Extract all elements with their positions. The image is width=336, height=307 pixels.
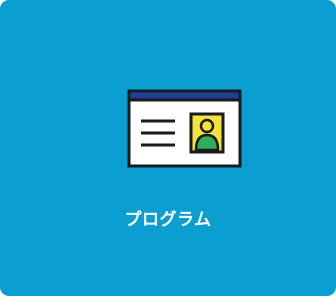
program-tile[interactable]: プログラム bbox=[0, 0, 336, 296]
program-window-profile-icon bbox=[125, 89, 245, 169]
tile-label: プログラム bbox=[124, 210, 212, 230]
